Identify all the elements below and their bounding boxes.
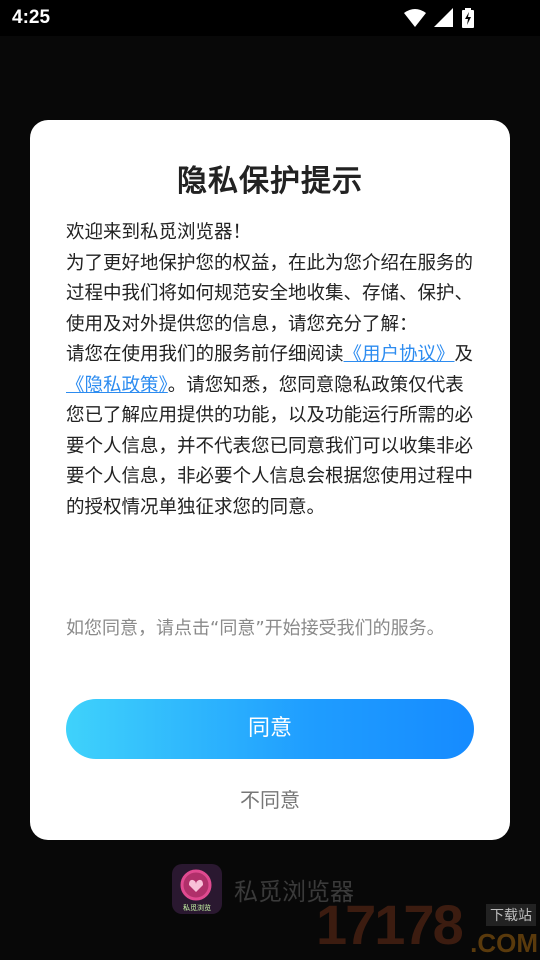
privacy-policy-link[interactable]: 《隐私政策》 (66, 375, 168, 396)
status-time: 4:25 (12, 7, 51, 28)
user-agreement-link[interactable]: 《用户协议》 (344, 344, 455, 365)
read-prefix-text: 请您在使用我们的服务前仔细阅读 (66, 344, 344, 365)
signal-icon (434, 8, 453, 27)
watermark: 17178 下载站 .COM (316, 893, 540, 960)
watermark-suffix: .COM (470, 928, 538, 958)
dialog-title: 隐私保护提示 (177, 164, 363, 199)
privacy-text-scroll[interactable]: 欢迎来到私觅浏览器！ 为了更好地保护您的权益，在此为您介绍在服务的过程中我们将如… (66, 218, 476, 590)
consent-hint: 如您同意，请点击“同意”开始接受我们的服务。 (66, 618, 445, 639)
logo-text: 私觅浏览 (183, 903, 211, 912)
magnifier-heart-icon: 私觅浏览 (180, 869, 212, 912)
greeting-text: 欢迎来到私觅浏览器！ (66, 222, 252, 243)
battery-charging-icon (462, 8, 474, 28)
agree-button[interactable]: 同意 (66, 699, 474, 759)
watermark-number: 17178 (316, 893, 464, 956)
app-logo: 私觅浏览 (172, 864, 222, 914)
wifi-icon (404, 9, 426, 27)
reading-paragraph: 请您在使用我们的服务前仔细阅读《用户协议》及《隐私政策》。请您知悉，您同意隐私政… (66, 340, 476, 523)
watermark-badge: 下载站 (486, 904, 536, 926)
privacy-dialog: 隐私保护提示 欢迎来到私觅浏览器！ 为了更好地保护您的权益，在此为您介绍在服务的… (30, 120, 510, 840)
and-text: 及 (454, 344, 474, 365)
intro-text: 为了更好地保护您的权益，在此为您介绍在服务的过程中我们将如何规范安全地收集、存储… (66, 252, 474, 335)
status-bar: 4:25 (0, 0, 540, 36)
disagree-button[interactable]: 不同意 (66, 780, 474, 820)
